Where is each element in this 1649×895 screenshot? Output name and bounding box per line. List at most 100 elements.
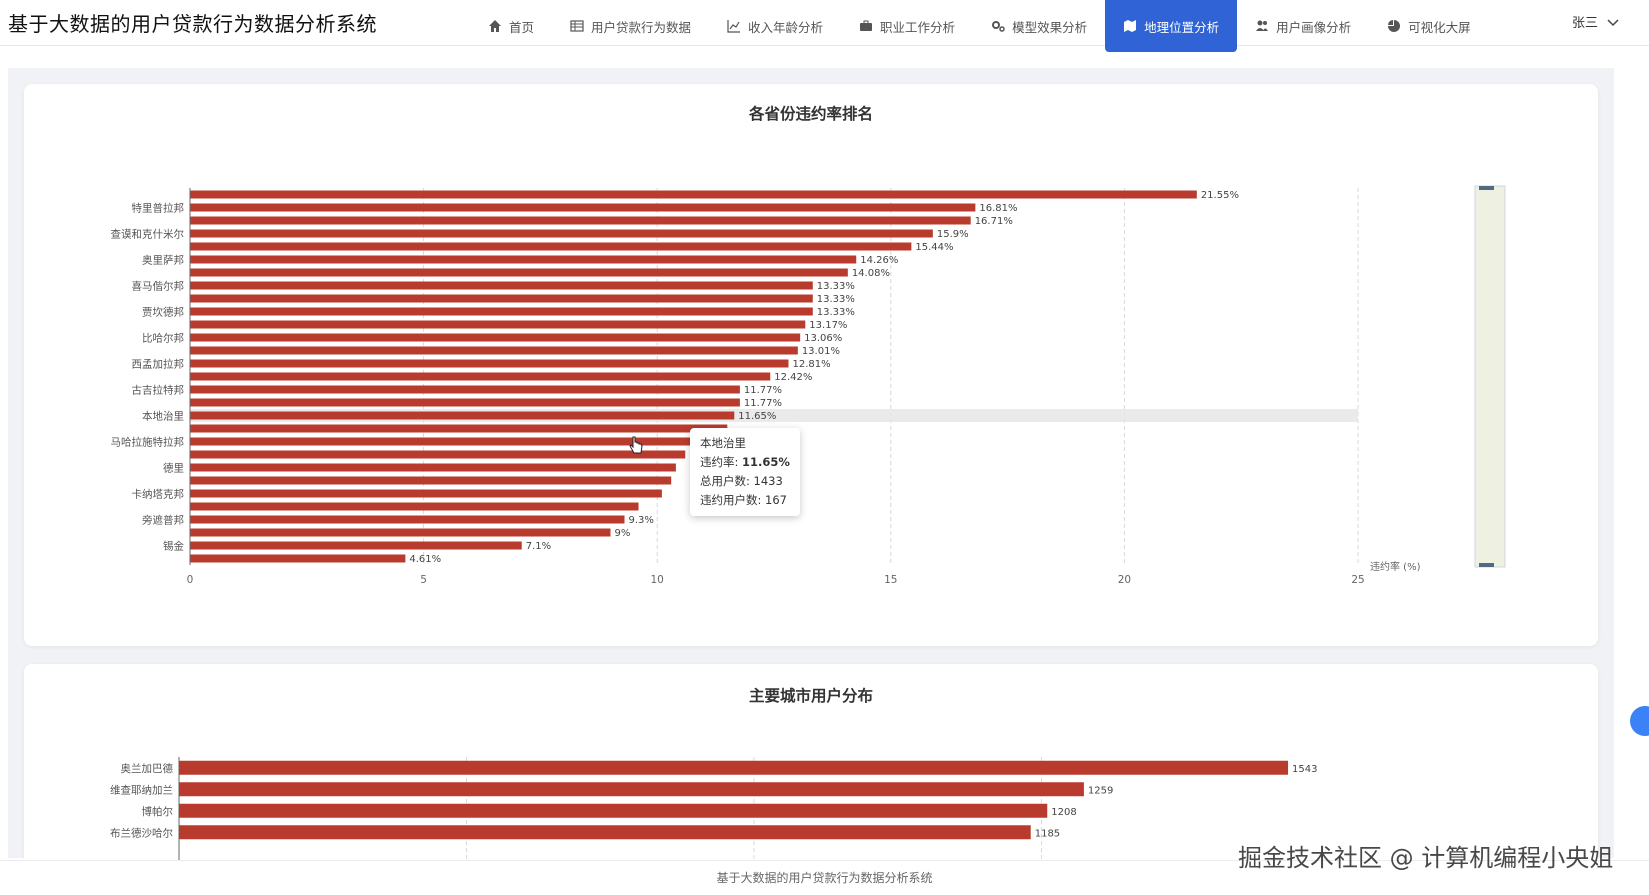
nav-item-label: 首页	[509, 19, 535, 35]
x-tick-label: 25	[1351, 574, 1364, 586]
zoom-handle-top	[1479, 186, 1494, 190]
data-label: 14.08%	[852, 268, 890, 279]
watermark-text: 掘金技术社区 @ 计算机编程小央姐	[1238, 844, 1614, 872]
nav-item-label: 地理位置分析	[1144, 19, 1220, 35]
category-label: 奥兰加巴德	[121, 762, 174, 775]
data-label: 13.01%	[802, 346, 840, 357]
nav-item-6[interactable]: 用户画像分析	[1237, 0, 1369, 52]
category-label: 旁遮普邦	[142, 514, 184, 527]
bar-10	[190, 320, 806, 329]
nav-item-0[interactable]: 首页	[470, 0, 552, 52]
category-label: 比哈尔邦	[142, 332, 184, 345]
category-label: 查谟和克什米尔	[111, 228, 185, 241]
top-header: 基于大数据的用户贷款行为数据分析系统 首页 用户贷款行为数据 收入年龄分析 职业工作分…	[0, 0, 1649, 52]
chevron-down-icon	[1607, 18, 1619, 26]
data-label: 1208	[1051, 807, 1076, 818]
data-label: 9%	[614, 528, 630, 539]
category-label: 博帕尔	[142, 805, 174, 818]
bar-1	[190, 203, 976, 212]
users-icon	[1256, 20, 1269, 31]
category-label: 奥里萨邦	[142, 254, 184, 267]
category-label: 特里普拉邦	[132, 202, 185, 215]
data-label: 4.61%	[409, 554, 441, 565]
data-zoom-slider[interactable]	[1474, 185, 1506, 568]
province-default-chart[interactable]: 0 5 10 15 20 25 违约率 (%) 21.55% 16.81% 特里普拉邦 16.71%…	[24, 84, 1598, 646]
bar-8	[190, 294, 813, 303]
bar-24	[190, 502, 639, 511]
bar-0	[190, 190, 1197, 199]
data-label: 1543	[1292, 764, 1317, 775]
category-label: 贾坎德邦	[142, 306, 184, 319]
nav-item-3[interactable]: 职业工作分析	[841, 0, 973, 52]
bar-26	[190, 528, 611, 537]
data-label: 14.26%	[860, 255, 898, 266]
data-label: 15.9%	[937, 229, 969, 240]
briefcase-icon	[860, 20, 873, 31]
nav-item-5[interactable]: 地理位置分析	[1105, 0, 1238, 52]
data-label: 11.65%	[738, 411, 776, 422]
main-nav: 首页 用户贷款行为数据 收入年龄分析 职业工作分析 模型效果分析 地理位置分析 用户画像分析…	[470, 0, 1489, 52]
nav-item-1[interactable]: 用户贷款行为数据	[552, 0, 709, 52]
bar-9	[190, 307, 813, 316]
bar-19	[190, 437, 700, 446]
category-label: 本地治里	[142, 410, 184, 423]
x-tick-label: 15	[884, 574, 897, 586]
nav-item-2[interactable]: 收入年龄分析	[709, 0, 841, 52]
data-label: 13.33%	[817, 294, 855, 305]
data-label: 7.1%	[526, 541, 551, 552]
data-label: 9.3%	[628, 515, 653, 526]
tooltip-total: 总用户数: 1433	[700, 474, 783, 488]
bar-2	[190, 216, 971, 225]
x-axis-label: 违约率 (%)	[1370, 560, 1421, 573]
nav-item-7[interactable]: 可视化大屏	[1369, 0, 1489, 52]
data-label: 1185	[1035, 828, 1060, 839]
nav-item-label: 收入年龄分析	[748, 19, 824, 35]
bar-17	[190, 411, 735, 420]
category-label: 马哈拉施特拉邦	[111, 436, 185, 449]
table-icon	[570, 20, 584, 32]
data-label: 11.77%	[744, 385, 782, 396]
bar-28	[190, 554, 406, 563]
data-label: 1259	[1088, 785, 1113, 796]
data-label: 13.33%	[817, 281, 855, 292]
bar-13	[190, 359, 789, 368]
content-area: 各省份违约率排名 0 5 10 15 20 25 违约率 (%) 21.55% 16.81% 特里…	[8, 68, 1614, 884]
home-icon	[489, 20, 501, 32]
data-label: 16.81%	[979, 203, 1017, 214]
category-label: 西孟加拉邦	[132, 358, 185, 371]
bar-1	[179, 782, 1084, 797]
collapse-button[interactable]	[1630, 706, 1649, 736]
user-name: 张三	[1572, 16, 1599, 31]
bar-22	[190, 476, 672, 485]
tooltip-rate: 违约率: 11.65%	[700, 455, 790, 469]
bar-11	[190, 333, 801, 342]
bar-21	[190, 463, 676, 472]
pie-chart-icon	[1388, 20, 1401, 32]
bar-3	[179, 825, 1031, 840]
data-label: 13.17%	[809, 320, 847, 331]
data-label: 12.42%	[774, 372, 812, 383]
gears-icon	[992, 21, 1005, 32]
nav-item-label: 模型效果分析	[1012, 19, 1088, 35]
x-tick-label: 10	[651, 574, 664, 586]
bar-15	[190, 385, 740, 394]
nav-item-label: 用户贷款行为数据	[591, 19, 692, 35]
category-label: 喜马偕尔邦	[132, 280, 185, 293]
nav-item-label: 职业工作分析	[880, 19, 956, 35]
map-icon	[1124, 20, 1137, 32]
province-default-card: 各省份违约率排名 0 5 10 15 20 25 违约率 (%) 21.55% 16.81% 特里…	[24, 84, 1598, 646]
hand-cursor-icon	[629, 436, 643, 454]
category-label: 卡纳塔克邦	[132, 488, 185, 501]
user-menu[interactable]: 张三	[1572, 12, 1620, 31]
bar-25	[190, 515, 625, 524]
chart-tooltip: 本地治里 违约率: 11.65% 总用户数: 1433 违约用户数: 167	[690, 428, 800, 516]
x-tick-label: 0	[187, 574, 194, 586]
tooltip-name: 本地治里	[700, 436, 746, 450]
bar-20	[190, 450, 686, 459]
category-label: 维查耶纳加兰	[110, 783, 173, 796]
nav-item-4[interactable]: 模型效果分析	[973, 0, 1105, 52]
bar-5	[190, 255, 857, 264]
category-label: 德里	[163, 462, 184, 475]
data-label: 21.55%	[1201, 190, 1239, 201]
bar-4	[190, 242, 912, 251]
